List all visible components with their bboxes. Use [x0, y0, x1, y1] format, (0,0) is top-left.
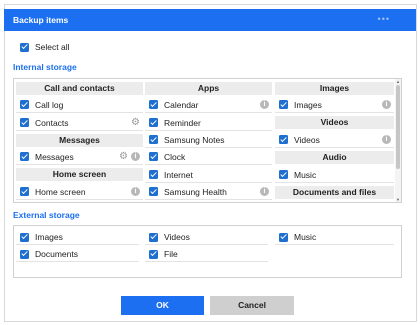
checkbox-checked-icon[interactable] — [149, 249, 158, 259]
ext-item-videos[interactable]: Videos — [145, 230, 268, 245]
dialog-titlebar: Backup items ••• — [4, 9, 416, 31]
external-storage-panel: Images Videos Music Documents File — [13, 225, 402, 278]
checkbox-checked-icon[interactable] — [20, 187, 29, 196]
item-images[interactable]: Images i — [275, 97, 394, 113]
menu-dots-icon[interactable]: ••• — [378, 14, 390, 24]
select-all-checkbox[interactable]: Select all — [20, 42, 70, 52]
item-label: Images — [35, 232, 63, 242]
scroll-down-arrow-icon[interactable]: ▼ — [395, 197, 401, 202]
checkbox-checked-icon[interactable] — [279, 232, 288, 242]
settings-gear-icon[interactable]: ⚙ — [119, 151, 128, 162]
checkbox-checked-icon[interactable] — [279, 170, 288, 179]
checkbox-checked-icon[interactable] — [279, 135, 288, 144]
checkbox-checked-icon[interactable] — [20, 42, 29, 52]
item-reminder[interactable]: Reminder — [145, 115, 272, 131]
item-samsung-health[interactable]: Samsung Health i — [145, 184, 272, 200]
item-label: Videos — [294, 134, 320, 145]
checkbox-checked-icon[interactable] — [20, 100, 29, 109]
category-documents-and-files: Documents and files — [275, 186, 394, 199]
category-images: Images — [275, 82, 394, 95]
item-label: Samsung Notes — [164, 134, 225, 145]
item-label: Messages — [35, 151, 74, 162]
checkbox-checked-icon[interactable] — [279, 100, 288, 109]
item-calendar[interactable]: Calendar i — [145, 97, 272, 113]
item-label: Contacts — [35, 117, 69, 128]
item-label: Music — [294, 232, 317, 242]
category-apps: Apps — [145, 82, 272, 95]
checkbox-checked-icon[interactable] — [149, 118, 158, 127]
ok-button[interactable]: OK — [121, 296, 204, 315]
checkbox-checked-icon[interactable] — [149, 170, 158, 179]
ext-item-file[interactable]: File — [145, 247, 268, 262]
item-label: File — [164, 249, 178, 259]
select-all-label: Select all — [35, 42, 70, 52]
dialog-title: Backup items — [13, 15, 69, 25]
item-label: Music — [294, 169, 317, 180]
internal-storage-label: Internal storage — [13, 62, 77, 72]
item-label: Home screen — [35, 186, 86, 197]
ext-item-documents[interactable]: Documents — [16, 247, 139, 262]
internal-storage-panel: Call and contacts Call log Contacts ⚙ Me… — [13, 78, 402, 203]
scrollbar-thumb[interactable] — [396, 85, 400, 169]
info-icon[interactable]: i — [131, 152, 140, 161]
item-messages[interactable]: Messages ⚙ i — [16, 149, 143, 165]
item-clock[interactable]: Clock — [145, 149, 272, 165]
item-home-screen[interactable]: Home screen i — [16, 184, 143, 200]
item-label: Clock — [164, 151, 186, 162]
checkbox-checked-icon[interactable] — [149, 232, 158, 242]
category-call-and-contacts: Call and contacts — [16, 82, 143, 95]
checkbox-checked-icon[interactable] — [149, 135, 158, 144]
checkbox-checked-icon[interactable] — [20, 249, 29, 259]
ext-item-music[interactable]: Music — [275, 230, 394, 245]
item-label: Calendar — [164, 99, 199, 110]
checkbox-checked-icon[interactable] — [149, 187, 158, 196]
item-label: Images — [294, 99, 322, 110]
info-icon[interactable]: i — [382, 135, 391, 144]
item-call-log[interactable]: Call log — [16, 97, 143, 113]
category-audio: Audio — [275, 151, 394, 164]
checkbox-checked-icon[interactable] — [149, 100, 158, 109]
item-label: Reminder — [164, 117, 201, 128]
vertical-scrollbar[interactable]: ▲ ▼ — [395, 79, 401, 202]
category-messages: Messages — [16, 134, 143, 147]
info-icon[interactable]: i — [260, 100, 269, 109]
checkbox-checked-icon[interactable] — [20, 118, 29, 127]
checkbox-checked-icon[interactable] — [20, 232, 29, 242]
item-label: Videos — [164, 232, 190, 242]
item-label: Call log — [35, 99, 64, 110]
checkbox-checked-icon[interactable] — [20, 152, 29, 161]
info-icon[interactable]: i — [382, 100, 391, 109]
ext-item-images[interactable]: Images — [16, 230, 139, 245]
checkbox-checked-icon[interactable] — [149, 152, 158, 161]
category-home-screen: Home screen — [16, 168, 143, 181]
item-videos[interactable]: Videos i — [275, 132, 394, 148]
item-contacts[interactable]: Contacts ⚙ — [16, 115, 143, 131]
external-storage-label: External storage — [13, 210, 80, 220]
item-samsung-notes[interactable]: Samsung Notes — [145, 132, 272, 148]
item-label: Samsung Health — [164, 186, 227, 197]
item-music[interactable]: Music — [275, 167, 394, 183]
info-icon[interactable]: i — [260, 187, 269, 196]
cancel-button[interactable]: Cancel — [210, 296, 294, 315]
info-icon[interactable]: i — [131, 187, 140, 196]
item-internet[interactable]: Internet — [145, 167, 272, 183]
scroll-up-arrow-icon[interactable]: ▲ — [395, 79, 401, 84]
category-videos: Videos — [275, 116, 394, 129]
item-label: Documents — [35, 249, 78, 259]
settings-gear-icon[interactable]: ⚙ — [131, 117, 140, 128]
item-label: Internet — [164, 169, 193, 180]
